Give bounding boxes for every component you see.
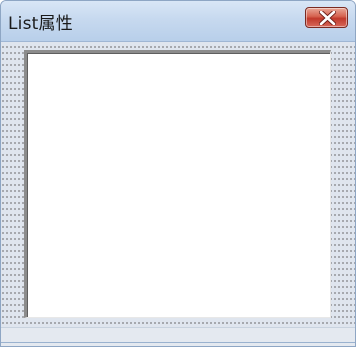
close-button[interactable] [305,7,348,28]
window-title: List属性 [8,14,73,34]
list-box[interactable] [24,50,331,318]
title-bar[interactable]: List属性 [1,1,355,42]
bottom-divider [1,342,355,343]
close-icon [319,11,336,25]
window-bottom-edge [1,327,355,346]
properties-window: List属性 [0,0,356,347]
